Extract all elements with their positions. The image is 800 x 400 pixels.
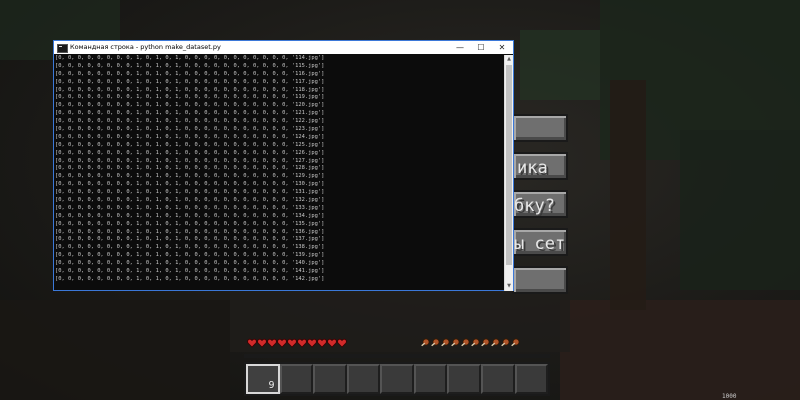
terminal-line: [0, 0, 0, 0, 0, 0, 0, 0, 1, 0, 1, 0, 1, …	[55, 228, 325, 235]
terminal-line: [0, 0, 0, 0, 0, 0, 0, 0, 1, 0, 1, 0, 1, …	[55, 110, 325, 117]
terminal-line: [0, 0, 0, 0, 0, 0, 0, 0, 1, 0, 1, 0, 1, …	[55, 189, 325, 196]
experience-bar	[244, 354, 550, 358]
window-titlebar[interactable]: Командная строка - python make_dataset.p…	[54, 41, 513, 54]
terminal-line: [0, 0, 0, 0, 0, 0, 0, 0, 1, 0, 1, 0, 1, …	[55, 173, 325, 180]
heart-icon	[277, 338, 287, 348]
heart-icon	[257, 338, 267, 348]
hotbar-slot[interactable]	[413, 364, 448, 394]
food-icon	[450, 338, 460, 348]
terminal-line: [0, 0, 0, 0, 0, 0, 0, 0, 1, 0, 1, 0, 1, …	[55, 86, 325, 93]
terminal-line: [0, 0, 0, 0, 0, 0, 0, 0, 1, 0, 1, 0, 1, …	[55, 94, 325, 101]
food-icon	[490, 338, 500, 348]
hotbar-slot[interactable]	[279, 364, 314, 394]
menu-button-3[interactable]: бку?	[512, 190, 568, 218]
food-icon	[500, 338, 510, 348]
terminal-line: [0, 0, 0, 0, 0, 0, 0, 0, 1, 0, 1, 0, 1, …	[55, 275, 325, 282]
terminal-line: [0, 0, 0, 0, 0, 0, 0, 0, 1, 0, 1, 0, 1, …	[55, 260, 325, 267]
menu-button-4[interactable]: ы сети	[512, 228, 568, 256]
menu-button-2[interactable]: ика	[512, 152, 568, 180]
heart-icon	[317, 338, 327, 348]
terminal-line: [0, 0, 0, 0, 0, 0, 0, 0, 1, 0, 1, 0, 1, …	[55, 212, 325, 219]
hotbar-slot[interactable]	[480, 364, 515, 394]
grass-patch	[520, 30, 600, 100]
food-icon	[470, 338, 480, 348]
dirt-patch	[0, 300, 230, 400]
terminal-line: [0, 0, 0, 0, 0, 0, 0, 0, 1, 0, 1, 0, 1, …	[55, 165, 325, 172]
terminal-line: [0, 0, 0, 0, 0, 0, 0, 0, 1, 0, 1, 0, 1, …	[55, 55, 325, 61]
terminal-line: [0, 0, 0, 0, 0, 0, 0, 0, 1, 0, 1, 0, 1, …	[55, 181, 325, 188]
terminal-line: [0, 0, 0, 0, 0, 0, 0, 0, 1, 0, 1, 0, 1, …	[55, 252, 325, 259]
terminal-line: [0, 0, 0, 0, 0, 0, 0, 0, 1, 0, 1, 0, 1, …	[55, 149, 325, 156]
heart-icon	[287, 338, 297, 348]
window-title: Командная строка - python make_dataset.p…	[70, 43, 221, 51]
heart-icon	[307, 338, 317, 348]
menu-button-label: бку?	[514, 196, 555, 216]
terminal-line: [0, 0, 0, 0, 0, 0, 0, 0, 1, 0, 1, 0, 1, …	[55, 236, 325, 243]
terminal-line: [0, 0, 0, 0, 0, 0, 0, 0, 1, 0, 1, 0, 1, …	[55, 157, 325, 164]
close-button[interactable]: ✕	[491, 41, 513, 54]
heart-icon	[327, 338, 337, 348]
menu-button-label: ы сети	[514, 234, 566, 254]
dirt-patch	[560, 300, 800, 400]
corner-text: 1000	[722, 393, 737, 400]
heart-icon	[247, 338, 257, 348]
maximize-button[interactable]: ☐	[470, 41, 492, 54]
hotbar-slot[interactable]: 9	[246, 364, 280, 394]
command-prompt-window[interactable]: Командная строка - python make_dataset.p…	[53, 40, 514, 291]
menu-button-5[interactable]	[512, 266, 568, 294]
heart-icon	[267, 338, 277, 348]
hotbar-slot[interactable]	[447, 364, 481, 394]
hotbar: 9	[244, 362, 550, 396]
food-icon	[430, 338, 440, 348]
minimize-button[interactable]: —	[449, 41, 471, 54]
terminal-line: [0, 0, 0, 0, 0, 0, 0, 0, 1, 0, 1, 0, 1, …	[55, 204, 325, 211]
food-icon	[460, 338, 470, 348]
terminal-line: [0, 0, 0, 0, 0, 0, 0, 0, 1, 0, 1, 0, 1, …	[55, 126, 325, 133]
terminal-output[interactable]: [0, 0, 0, 0, 0, 0, 0, 0, 1, 0, 1, 0, 1, …	[54, 55, 505, 291]
heart-icon	[297, 338, 307, 348]
terminal-line: [0, 0, 0, 0, 0, 0, 0, 0, 1, 0, 1, 0, 1, …	[55, 102, 325, 109]
menu-button-label: ика	[517, 158, 548, 178]
terminal-line: [0, 0, 0, 0, 0, 0, 0, 0, 1, 0, 1, 0, 1, …	[55, 78, 325, 85]
heart-icon	[337, 338, 347, 348]
terminal-line: [0, 0, 0, 0, 0, 0, 0, 0, 1, 0, 1, 0, 1, …	[55, 244, 325, 251]
food-icon	[420, 338, 430, 348]
hotbar-slot[interactable]	[514, 364, 549, 394]
terminal-line: [0, 0, 0, 0, 0, 0, 0, 0, 1, 0, 1, 0, 1, …	[55, 141, 325, 148]
tree-trunk	[610, 80, 646, 310]
food-icon	[510, 338, 520, 348]
scroll-thumb[interactable]	[506, 65, 512, 265]
hotbar-slot[interactable]	[380, 364, 414, 394]
health-bar	[247, 338, 347, 348]
terminal-line: [0, 0, 0, 0, 0, 0, 0, 0, 1, 0, 1, 0, 1, …	[55, 197, 325, 204]
hotbar-slot[interactable]	[313, 364, 347, 394]
terminal-line: [0, 0, 0, 0, 0, 0, 0, 0, 1, 0, 1, 0, 1, …	[55, 70, 325, 77]
vertical-scrollbar[interactable]: ▲ ▼	[504, 55, 513, 291]
terminal-line: [0, 0, 0, 0, 0, 0, 0, 0, 1, 0, 1, 0, 1, …	[55, 220, 325, 227]
terminal-line: [0, 0, 0, 0, 0, 0, 0, 0, 1, 0, 1, 0, 1, …	[55, 62, 325, 69]
terminal-line: [0, 0, 0, 0, 0, 0, 0, 0, 1, 0, 1, 0, 1, …	[55, 118, 325, 125]
item-count: 9	[268, 380, 275, 391]
terminal-line: [0, 0, 0, 0, 0, 0, 0, 0, 1, 0, 1, 0, 1, …	[55, 268, 325, 275]
leaves-patch	[680, 130, 800, 290]
scroll-up-arrow[interactable]: ▲	[505, 55, 513, 64]
food-icon	[440, 338, 450, 348]
terminal-icon	[57, 44, 68, 53]
menu-button-1[interactable]	[512, 114, 568, 142]
food-icon	[480, 338, 490, 348]
hotbar-slot[interactable]	[346, 364, 381, 394]
terminal-line: [0, 0, 0, 0, 0, 0, 0, 0, 1, 0, 1, 0, 1, …	[55, 133, 325, 140]
scroll-down-arrow[interactable]: ▼	[505, 282, 513, 291]
hunger-bar	[420, 338, 520, 348]
